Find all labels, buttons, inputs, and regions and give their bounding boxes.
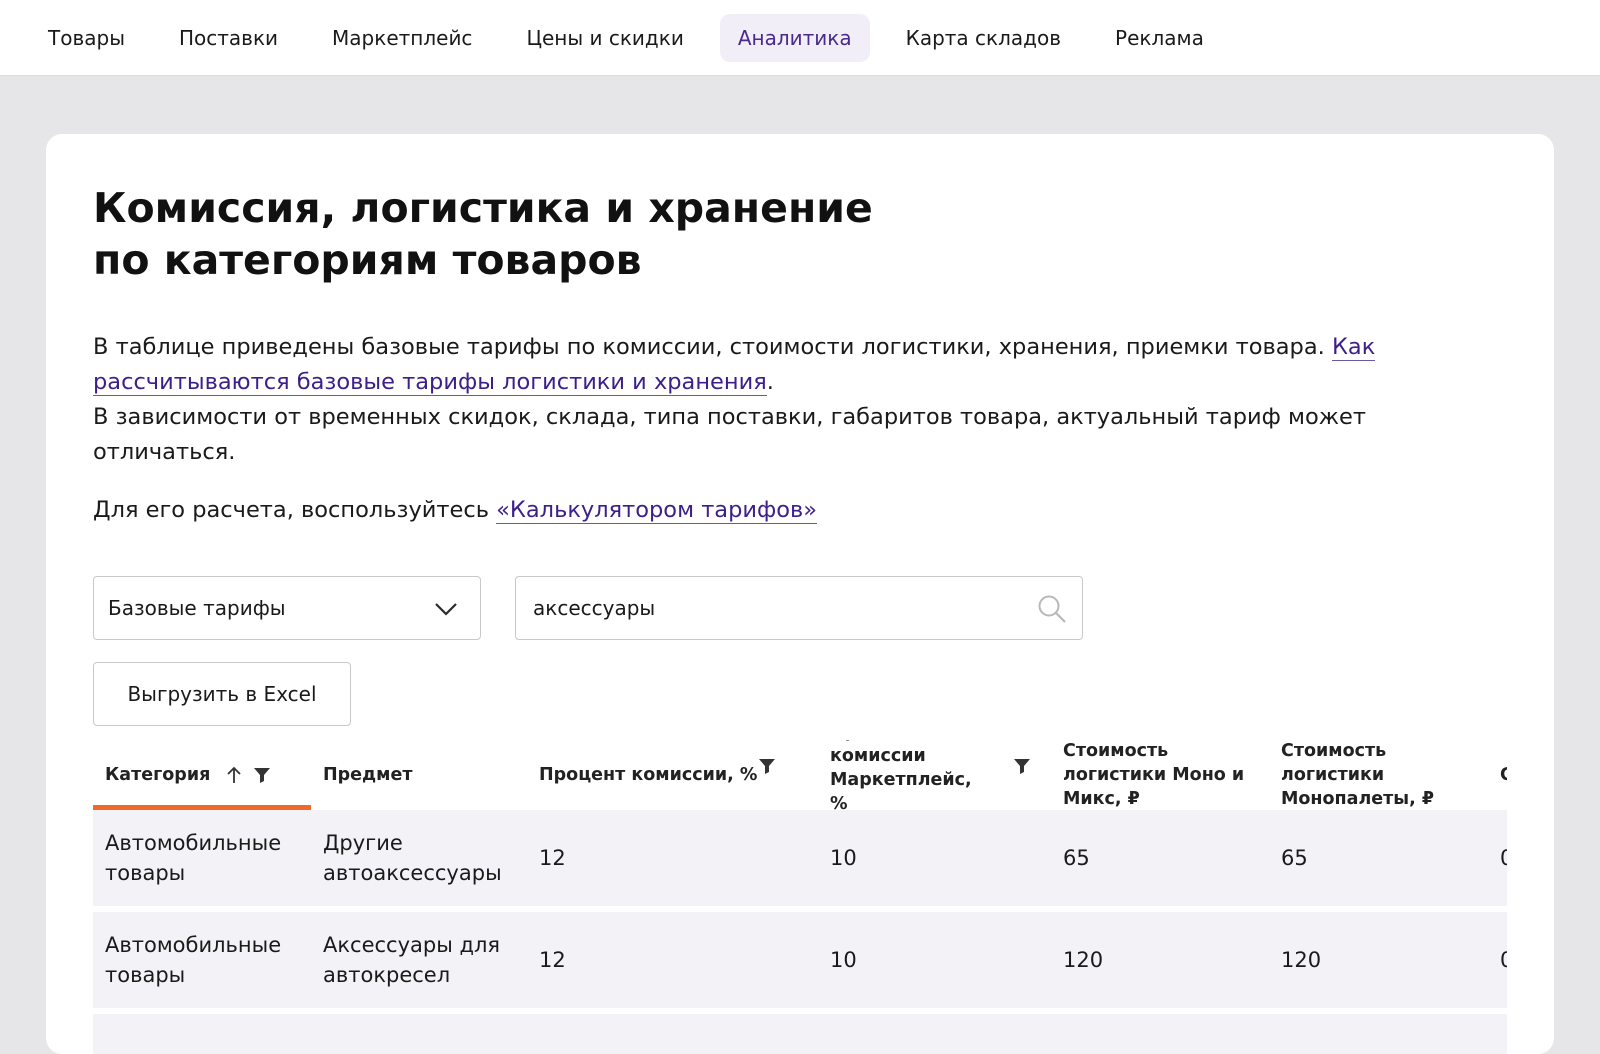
table-header: Категория Предмет Процент комиссии, % ко… — [93, 740, 1507, 814]
header-logistics-mono-mix-label: Стоимость логистики Моно и Микс, ₽ — [1063, 741, 1245, 809]
header-subject-label: Предмет — [323, 765, 413, 785]
tariffs-table: Категория Предмет Процент комиссии, % ко… — [93, 740, 1507, 1054]
calculator-link[interactable]: «Калькулятором тарифов» — [496, 497, 818, 524]
header-commission-marketplace-label: Процент комиссии Маркетплейс, % — [830, 740, 972, 814]
cell-logistics-monopallet: 120 — [1281, 948, 1322, 972]
header-commission-label: Процент комиссии, % — [539, 765, 758, 785]
arrow-up-icon[interactable] — [224, 765, 244, 785]
table-row[interactable]: Автомобильные товары Аксессуары для авто… — [93, 912, 1507, 1008]
cell-subject: Аксессуары для автокресел — [323, 933, 501, 987]
cell-logistics-mono-mix: 65 — [1063, 846, 1090, 870]
header-next-column-label: С М — [1500, 765, 1507, 785]
tariff-select[interactable]: Базовые тарифы — [93, 576, 481, 640]
cell-next-column: 0 — [1500, 846, 1507, 870]
nav-item-marketplace[interactable]: Маркетплейс — [314, 14, 490, 62]
cell-subject: Другие автоаксессуары — [323, 831, 502, 885]
description-text: В таблице приведены базовые тарифы по ко… — [93, 334, 1332, 360]
header-next-column[interactable]: С М — [1500, 740, 1507, 810]
nav-item-postavki[interactable]: Поставки — [161, 14, 296, 62]
calculator-line: Для его расчета, воспользуйтесь «Калькул… — [93, 494, 818, 526]
calculator-text: Для его расчета, воспользуйтесь — [93, 497, 497, 523]
nav-item-warehouse-map[interactable]: Карта складов — [888, 14, 1079, 62]
header-commission-marketplace[interactable]: Процент комиссии Маркетплейс, % — [830, 740, 1040, 814]
nav-item-prices[interactable]: Цены и скидки — [508, 14, 701, 62]
table-row[interactable] — [93, 1014, 1507, 1054]
content-card: Комиссия, логистика и хранение по катего… — [46, 134, 1554, 1054]
description-note: В зависимости от временных скидок, склад… — [93, 404, 1366, 465]
cell-logistics-monopallet: 65 — [1281, 846, 1308, 870]
header-subject[interactable]: Предмет — [323, 740, 523, 810]
cell-category: Автомобильные товары — [105, 933, 282, 987]
cell-commission: 12 — [539, 846, 566, 870]
description: В таблице приведены базовые тарифы по ко… — [93, 330, 1433, 470]
nav-item-analytics[interactable]: Аналитика — [719, 13, 870, 62]
header-logistics-monopallet[interactable]: Стоимость логистики Монопалеты, ₽ — [1281, 740, 1481, 810]
header-logistics-mono-mix[interactable]: Стоимость логистики Моно и Микс, ₽ — [1063, 740, 1263, 810]
header-commission[interactable]: Процент комиссии, % — [539, 740, 809, 810]
description-period: . — [766, 369, 774, 395]
header-category[interactable]: Категория — [105, 740, 311, 810]
header-logistics-monopallet-label: Стоимость логистики Монопалеты, ₽ — [1281, 741, 1435, 809]
tariff-select-value: Базовые тарифы — [108, 596, 286, 620]
page-title: Комиссия, логистика и хранение по катего… — [93, 184, 873, 284]
cell-commission-marketplace: 10 — [830, 948, 857, 972]
search-field[interactable] — [515, 576, 1083, 640]
nav-item-tovary[interactable]: Товары — [30, 14, 143, 62]
cell-category: Автомобильные товары — [105, 831, 282, 885]
filter-icon[interactable] — [252, 765, 272, 785]
filter-icon[interactable] — [757, 756, 777, 776]
top-navigation: Товары Поставки Маркетплейс Цены и скидк… — [0, 0, 1600, 76]
export-excel-button[interactable]: Выгрузить в Excel — [93, 662, 351, 726]
chevron-down-icon — [435, 603, 457, 616]
search-icon[interactable] — [1036, 593, 1068, 625]
cell-next-column: 0 — [1500, 948, 1507, 972]
cell-commission: 12 — [539, 948, 566, 972]
search-input[interactable] — [516, 578, 996, 638]
filter-icon[interactable] — [1012, 756, 1032, 776]
nav-item-ads[interactable]: Реклама — [1097, 14, 1222, 62]
table-row[interactable]: Автомобильные товары Другие автоаксессуа… — [93, 810, 1507, 906]
cell-commission-marketplace: 10 — [830, 846, 857, 870]
cell-logistics-mono-mix: 120 — [1063, 948, 1104, 972]
header-category-label: Категория — [105, 765, 211, 785]
